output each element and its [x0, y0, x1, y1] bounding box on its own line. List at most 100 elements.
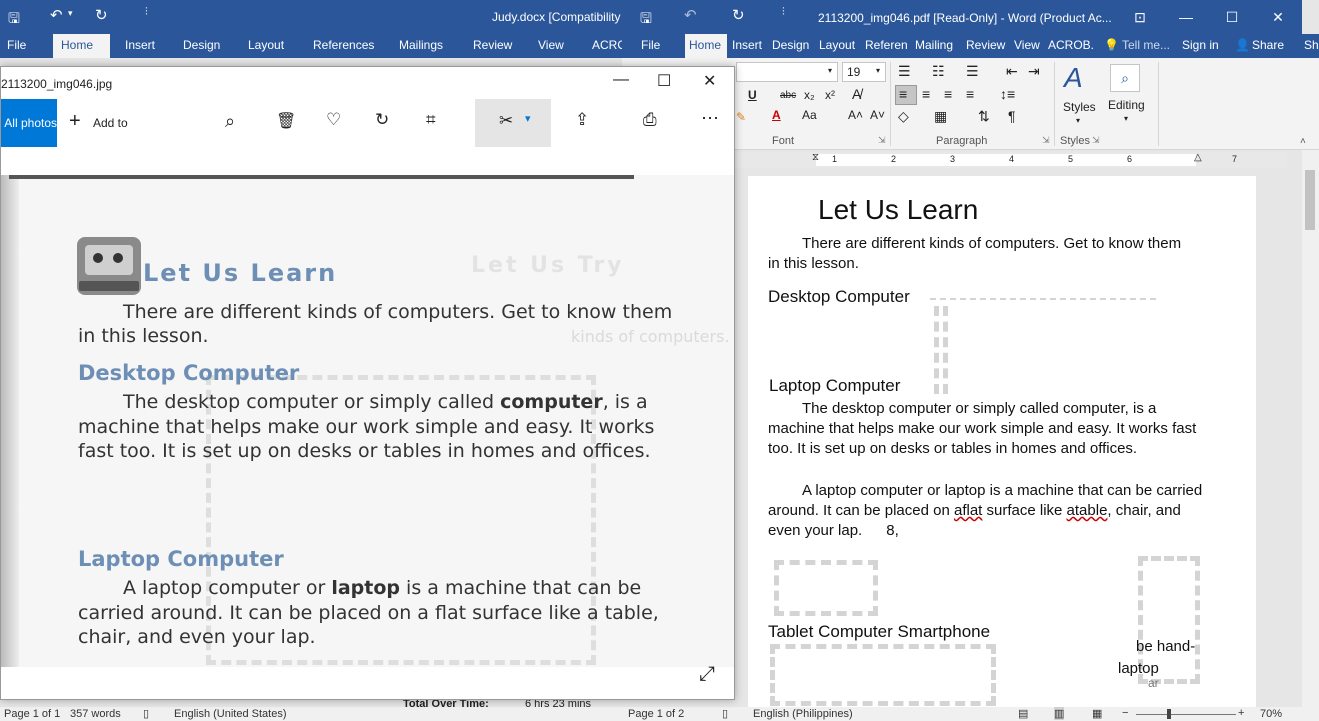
sign-in-link[interactable]: Sign in	[1182, 38, 1219, 52]
tab-design[interactable]: Design	[183, 38, 220, 52]
chevron-down-icon[interactable]: ▾	[1124, 114, 1128, 123]
tab-mailings[interactable]: Mailings	[399, 38, 443, 52]
rotate-icon[interactable]: ↻	[375, 110, 389, 130]
subscript-icon[interactable]: x₂	[804, 88, 815, 102]
editing-button[interactable]: Editing	[1108, 98, 1145, 112]
grow-font-icon[interactable]: A˄	[848, 108, 863, 122]
tab-overflow[interactable]: Sh	[1304, 38, 1319, 52]
dialog-launcher-icon[interactable]: ⇲	[1042, 135, 1050, 146]
add-to-button[interactable]: Add to	[93, 116, 128, 130]
horizontal-ruler[interactable]: ⧖ 1 2 3 4 5 6 △ 7	[734, 152, 1286, 168]
web-layout-icon[interactable]: ▦	[1092, 707, 1102, 720]
zoom-out-icon[interactable]: −	[1122, 707, 1128, 719]
tab-mailings[interactable]: Mailing	[915, 38, 953, 52]
heart-icon[interactable]: ♡	[326, 110, 341, 130]
shading-icon[interactable]: ◇	[898, 108, 909, 125]
font-color-icon[interactable]: A	[772, 108, 781, 122]
underline-icon[interactable]: U	[748, 88, 757, 102]
plus-icon[interactable]: +	[69, 110, 81, 133]
sort-icon[interactable]: ⇅	[978, 108, 990, 125]
customize-toolbar-icon[interactable]: ⫶	[145, 6, 148, 19]
decrease-indent-icon[interactable]: ⇤	[1006, 63, 1018, 80]
align-right-icon[interactable]: ≡	[944, 86, 952, 102]
minimize-button[interactable]: —	[613, 71, 629, 89]
tab-home[interactable]: Home	[53, 34, 110, 58]
save-icon[interactable]: 🖫	[8, 8, 20, 32]
page-count[interactable]: Page 1 of 2	[628, 708, 684, 720]
tab-file[interactable]: File	[641, 38, 660, 52]
search-icon[interactable]: ⌕	[1110, 64, 1140, 92]
repeat-icon[interactable]: ↻	[95, 6, 108, 24]
maximize-button[interactable]: ☐	[657, 71, 671, 91]
tab-home[interactable]: Home	[685, 34, 727, 58]
multilevel-list-icon[interactable]: ☰	[966, 63, 979, 80]
scroll-thumb[interactable]	[1305, 170, 1315, 230]
undo-icon[interactable]: ↶	[684, 6, 697, 24]
delete-icon[interactable]: 🗑	[276, 111, 296, 131]
ribbon-display-options-icon[interactable]: ⊡	[1117, 0, 1163, 34]
tab-references[interactable]: References	[313, 38, 374, 52]
vertical-scrollbar[interactable]	[1302, 150, 1319, 707]
undo-icon[interactable]: ↶	[50, 6, 63, 24]
read-mode-icon[interactable]: ▤	[1018, 707, 1028, 720]
share-icon[interactable]: 👤	[1235, 38, 1250, 52]
zoom-in-icon[interactable]: +	[1238, 707, 1244, 719]
tab-view[interactable]: View	[1014, 38, 1040, 52]
strikethrough-icon[interactable]: abc	[780, 90, 796, 101]
dialog-launcher-icon[interactable]: ⇲	[1092, 135, 1100, 146]
shrink-font-icon[interactable]: A˅	[870, 108, 885, 122]
indent-marker-icon[interactable]: ⧖	[812, 152, 819, 163]
right-indent-icon[interactable]: △	[1194, 152, 1202, 163]
increase-indent-icon[interactable]: ⇥	[1028, 63, 1040, 80]
spelling-error[interactable]: atable	[1067, 502, 1108, 519]
change-case-icon[interactable]: Aa	[802, 108, 817, 122]
tab-file[interactable]: File	[7, 38, 26, 52]
crop-icon[interactable]: ⌗	[426, 110, 436, 130]
undo-dropdown-icon[interactable]: ▾	[68, 8, 73, 19]
dialog-launcher-icon[interactable]: ⇲	[878, 135, 886, 146]
tab-insert[interactable]: Insert	[732, 38, 762, 52]
spelling-error[interactable]: aflat	[954, 502, 982, 519]
tab-references[interactable]: Referen	[865, 38, 908, 52]
minimize-button[interactable]: —	[1163, 0, 1209, 34]
align-center-icon[interactable]: ≡	[922, 86, 930, 102]
close-button[interactable]: ✕	[703, 71, 716, 91]
zoom-level[interactable]: 70%	[1260, 708, 1282, 720]
print-icon[interactable]: ⎙	[643, 110, 657, 130]
save-icon[interactable]: 🖫	[640, 8, 652, 32]
document-page[interactable]: Let Us Learn There are different kinds o…	[748, 176, 1256, 707]
borders-icon[interactable]: ▦	[934, 108, 947, 125]
all-photos-button[interactable]: All photos	[1, 99, 57, 147]
clear-formatting-icon[interactable]: A̸	[852, 86, 861, 102]
edit-create-button[interactable]: ✂ ▾	[475, 99, 551, 147]
proofing-icon[interactable]: ▯	[722, 707, 728, 720]
share-icon[interactable]: ⇪	[575, 110, 589, 130]
numbering-icon[interactable]: ☷	[932, 63, 945, 80]
maximize-button[interactable]: ☐	[1209, 0, 1255, 34]
zoom-icon[interactable]: ⌕	[225, 111, 235, 132]
full-screen-icon[interactable]: ⤢	[699, 663, 715, 686]
scanned-page-image[interactable]: Let Us Try kinds of computers. Let Us Le…	[1, 175, 734, 667]
chevron-down-icon[interactable]: ▾	[828, 66, 832, 75]
chevron-down-icon[interactable]: ▾	[1076, 116, 1080, 125]
word-count[interactable]: 357 words	[70, 708, 121, 720]
line-spacing-icon[interactable]: ↕≡	[1000, 86, 1015, 102]
highlight-icon[interactable]: ✎	[736, 110, 746, 124]
justify-icon[interactable]: ≡	[966, 86, 974, 102]
tab-acrobat[interactable]: ACROB.	[1048, 38, 1094, 52]
zoom-slider[interactable]	[1136, 714, 1236, 715]
print-layout-icon[interactable]: ▥	[1054, 707, 1065, 720]
styles-icon[interactable]: A	[1064, 62, 1083, 94]
page-count[interactable]: Page 1 of 1	[4, 708, 60, 720]
chevron-down-icon[interactable]: ▾	[876, 66, 880, 75]
tab-review[interactable]: Review	[473, 38, 512, 52]
collapse-ribbon-icon[interactable]: ˄	[1300, 136, 1306, 147]
repeat-icon[interactable]: ↻	[732, 6, 745, 24]
close-button[interactable]: ✕	[1255, 0, 1301, 34]
font-name-box[interactable]	[736, 62, 838, 82]
customize-toolbar-icon[interactable]: ⫶	[782, 6, 785, 19]
bullets-icon[interactable]: ☰	[898, 63, 911, 80]
language[interactable]: English (Philippines)	[753, 708, 853, 720]
tab-insert[interactable]: Insert	[125, 38, 155, 52]
styles-button-label[interactable]: Styles	[1063, 100, 1096, 114]
